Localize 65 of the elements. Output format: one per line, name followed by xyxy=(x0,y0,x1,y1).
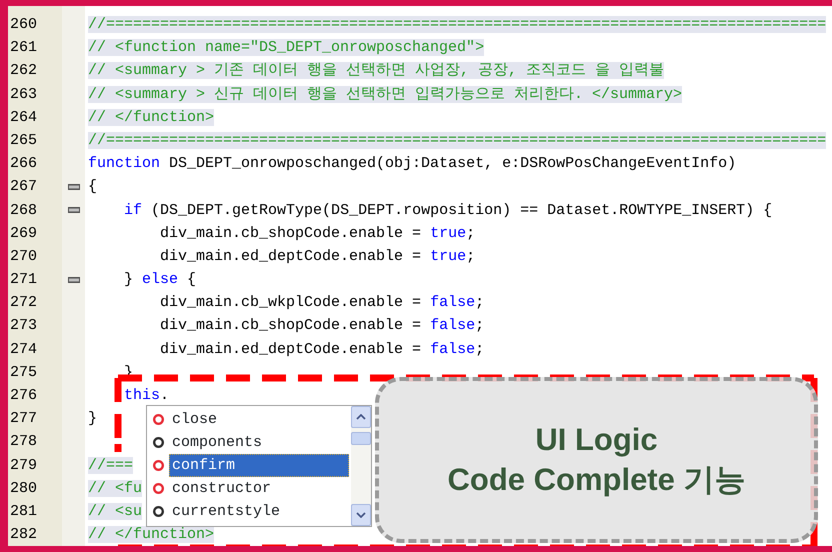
line-number: 274 xyxy=(9,340,38,360)
code-text: // <fu xyxy=(88,478,142,499)
line-number: 281 xyxy=(9,502,38,522)
code-text: function DS_DEPT_onrowposchanged(obj:Dataset, e:DSRowPosChangeEventInfo) xyxy=(88,154,736,174)
line-number: 264 xyxy=(9,108,38,128)
ring-icon xyxy=(153,483,164,494)
callout-text: Code Complete 기능 xyxy=(448,461,746,499)
line-number: 265 xyxy=(9,130,38,151)
line-number: 270 xyxy=(9,246,38,267)
collapse-icon[interactable] xyxy=(68,207,80,214)
code-text: div_main.ed_deptCode.enable = true; xyxy=(160,246,476,267)
collapse-icon[interactable] xyxy=(68,276,80,283)
line-number: 271 xyxy=(9,270,38,290)
line-number: 262 xyxy=(9,61,38,82)
suggestion-item[interactable]: confirm xyxy=(169,454,349,477)
code-text: // </function> xyxy=(88,525,214,546)
line-number: 279 xyxy=(9,456,38,476)
line-number: 260 xyxy=(9,15,38,35)
code-text: div_main.cb_shopCode.enable = false; xyxy=(160,316,484,336)
line-number: 277 xyxy=(9,409,38,430)
code-text: //================================================================================ xyxy=(88,130,826,151)
ring-icon xyxy=(153,460,164,471)
line-number: 267 xyxy=(9,177,38,198)
caret-up-icon xyxy=(356,414,366,420)
code-text: // </function> xyxy=(88,108,214,128)
ring-icon xyxy=(153,506,164,517)
code-text: // <summary > 신규 데이터 행을 선택하면 입력가능으로 처리한다. </summary> xyxy=(88,84,682,105)
code-text: //================================================================================ xyxy=(88,15,826,35)
line-number: 266 xyxy=(9,154,38,174)
code-text: // <summary > 기존 데이터 행을 선택하면 사업장, 공장, 조직코드 을 입력불 xyxy=(88,61,664,82)
code-text: div_main.cb_shopCode.enable = true; xyxy=(160,224,476,244)
scroll-thumb[interactable] xyxy=(351,432,371,445)
code-text: // <su xyxy=(88,502,142,522)
line-number: 276 xyxy=(9,386,38,406)
line-number: 269 xyxy=(9,224,38,244)
code-text: //=== xyxy=(88,456,134,476)
suggestion-item[interactable]: currentstyle xyxy=(169,500,349,523)
scroll-down-button[interactable] xyxy=(351,504,371,526)
code-text: this. xyxy=(124,386,170,406)
line-number: 263 xyxy=(9,84,38,105)
code-text: // <function name="DS_DEPT_onrowposchanged"> xyxy=(88,38,484,58)
line-number: 268 xyxy=(9,200,38,220)
code-text: } xyxy=(88,409,98,430)
line-number: 272 xyxy=(9,293,38,314)
line-number: 280 xyxy=(9,478,38,499)
suggestion-item[interactable]: components xyxy=(169,431,349,454)
suggestion-item[interactable]: close xyxy=(169,408,349,431)
line-number: 273 xyxy=(9,316,38,336)
ring-icon xyxy=(153,414,164,425)
code-text: div_main.ed_deptCode.enable = false; xyxy=(160,340,484,360)
line-number: 261 xyxy=(9,38,38,58)
code-text: { xyxy=(88,177,98,198)
line-number: 278 xyxy=(9,432,38,452)
line-number: 282 xyxy=(9,525,38,546)
scrollbar[interactable] xyxy=(351,406,371,526)
scroll-up-button[interactable] xyxy=(351,406,371,428)
caret-down-icon xyxy=(356,512,366,518)
collapse-icon[interactable] xyxy=(68,184,80,190)
ring-icon xyxy=(153,437,164,448)
code-text: } else { xyxy=(124,270,196,290)
line-number: 275 xyxy=(9,362,38,383)
code-text: if (DS_DEPT.getRowType(DS_DEPT.rowposition) == Dataset.ROWTYPE_INSERT) { xyxy=(124,200,772,220)
suggestion-item[interactable]: constructor xyxy=(169,477,349,500)
callout-text: UI Logic xyxy=(535,421,658,459)
code-text: div_main.cb_wkplCode.enable = false; xyxy=(160,293,484,314)
